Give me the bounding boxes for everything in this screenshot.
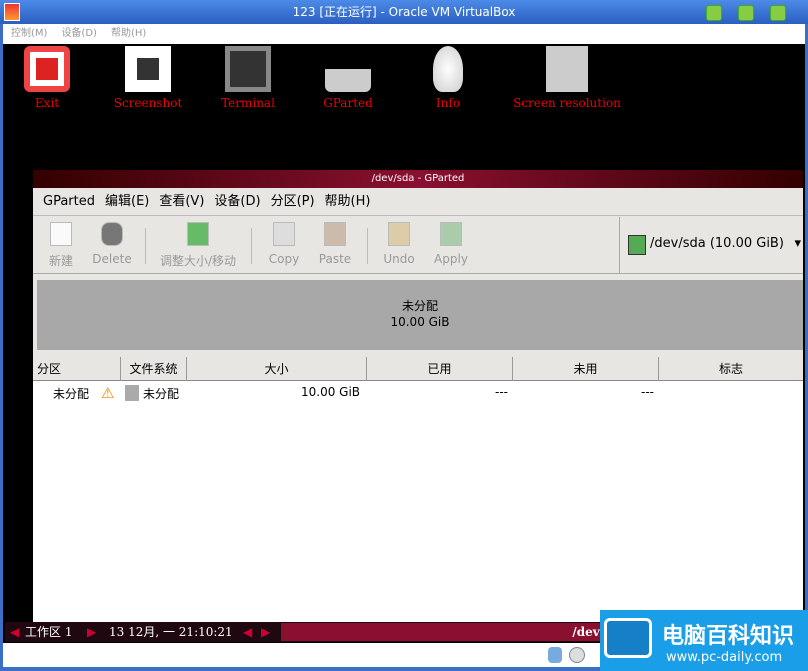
gparted-titlebar: /dev/sda - GParted [33,170,803,188]
graph-size: 10.00 GiB [390,315,450,329]
cell-filesystem: 未分配 [143,387,180,401]
chevron-down-icon: ▾ [794,236,801,251]
clock: 13 12月, 一 21:10:21 [109,625,233,639]
label: Exit [34,96,60,110]
menu-partition[interactable]: 分区(P) [271,194,315,209]
device-selector[interactable]: /dev/sda (10.00 GiB) ▾ [619,217,803,273]
label: GParted [323,96,373,110]
label: Terminal [221,96,275,110]
new-icon [50,222,72,246]
monitor-icon [546,46,588,92]
menu-device[interactable]: 设备(D) [214,194,260,209]
desktop-gparted[interactable]: GParted [316,46,380,110]
label: Screen resolution [513,96,621,110]
separator [367,228,368,264]
apply-button[interactable]: Apply [429,220,473,266]
toolbar: 新建 Delete 调整大小/移动 Copy Paste Undo Apply … [33,216,803,274]
workspace-label[interactable]: 工作区 1 [25,622,72,642]
col-partition[interactable]: 分区 [33,357,121,381]
prev-icon[interactable]: ◀ [243,622,252,642]
copy-button[interactable]: Copy [263,220,305,266]
desktop-terminal[interactable]: Terminal [216,46,280,110]
undo-icon [388,222,410,246]
label: Screenshot [113,96,183,110]
col-size[interactable]: 大小 [187,357,367,381]
partition-table-header: 分区 文件系统 大小 已用 未用 标志 [33,357,803,381]
menu-gparted[interactable]: GParted [43,194,95,209]
prev-workspace-icon[interactable]: ◀ [10,622,19,642]
cell-unused: --- [641,385,654,399]
partition-list: 未分配 ⚠ 未分配 10.00 GiB --- --- [33,381,803,622]
close-button[interactable] [770,5,786,21]
menu-help[interactable]: 帮助(H) [325,194,371,209]
disk-graph-unallocated[interactable]: 未分配 10.00 GiB [37,280,803,350]
gparted-title: /dev/sda - GParted [371,173,465,184]
delete-icon [101,222,123,246]
monitor-logo-icon [604,618,652,658]
virtualbox-icon [4,3,20,21]
apply-icon [440,222,462,246]
desktop-screen-resolution[interactable]: Screen resolution [502,46,632,110]
camera-icon [125,46,171,92]
hard-disk-icon[interactable] [548,647,562,663]
maximize-button[interactable] [738,5,754,21]
power-icon [24,46,70,92]
graph-label: 未分配 [401,299,438,313]
device-label: /dev/sda (10.00 GiB) [650,236,784,251]
col-used[interactable]: 已用 [367,357,513,381]
separator [145,228,146,264]
watermark-url: www.pc-daily.com [666,650,783,665]
optical-disk-icon[interactable] [569,647,585,663]
desktop-screenshot[interactable]: Screenshot [106,46,190,110]
col-flags[interactable]: 标志 [659,357,803,381]
delete-button[interactable]: Delete [89,220,135,266]
menu-devices[interactable]: 设备(D) [61,28,97,39]
col-filesystem[interactable]: 文件系统 [121,357,187,381]
paste-icon [324,222,346,246]
watermark-name: 电脑百科知识 [662,624,795,649]
gparted-icon [325,46,371,92]
paste-button[interactable]: Paste [315,220,355,266]
window-title: 123 [正在运行] - Oracle VM VirtualBox [292,5,516,19]
watermark-logo: 电脑百科知识 www.pc-daily.com [600,610,808,671]
separator [251,228,252,264]
virtualbox-titlebar: 123 [正在运行] - Oracle VM VirtualBox [0,0,808,24]
cell-partition: 未分配 [53,387,90,401]
warning-icon: ⚠ [101,384,115,402]
undo-button[interactable]: Undo [379,220,419,266]
table-row[interactable]: 未分配 ⚠ 未分配 10.00 GiB --- --- [33,381,803,405]
gparted-window: /dev/sda - GParted GParted 编辑(E) 查看(V) 设备(D… [33,170,803,622]
terminal-icon [225,46,271,92]
cell-size: 10.00 GiB [301,385,361,399]
resize-move-button[interactable]: 调整大小/移动 [153,220,243,269]
lightbulb-icon [433,46,463,92]
gparted-menubar: GParted 编辑(E) 查看(V) 设备(D) 分区(P) 帮助(H) [33,188,803,216]
copy-icon [273,222,295,246]
menu-control[interactable]: 控制(M) [11,28,47,39]
next-icon[interactable]: ▶ [261,622,270,642]
filesystem-color-swatch [125,385,139,401]
menu-view[interactable]: 查看(V) [159,194,204,209]
disk-icon [628,235,646,255]
resize-icon [187,222,209,246]
col-unused[interactable]: 未用 [513,357,659,381]
menu-edit[interactable]: 编辑(E) [105,194,149,209]
menu-help[interactable]: 帮助(H) [111,28,146,39]
new-button[interactable]: 新建 [43,220,79,269]
label: Info [435,96,461,110]
desktop-exit[interactable]: Exit [22,46,72,110]
virtualbox-menubar: 控制(M) 设备(D) 帮助(H) [3,24,805,44]
minimize-button[interactable] [706,5,722,21]
cell-used: --- [495,385,508,399]
next-workspace-icon[interactable]: ▶ [87,622,96,642]
desktop-info[interactable]: Info [424,46,472,110]
